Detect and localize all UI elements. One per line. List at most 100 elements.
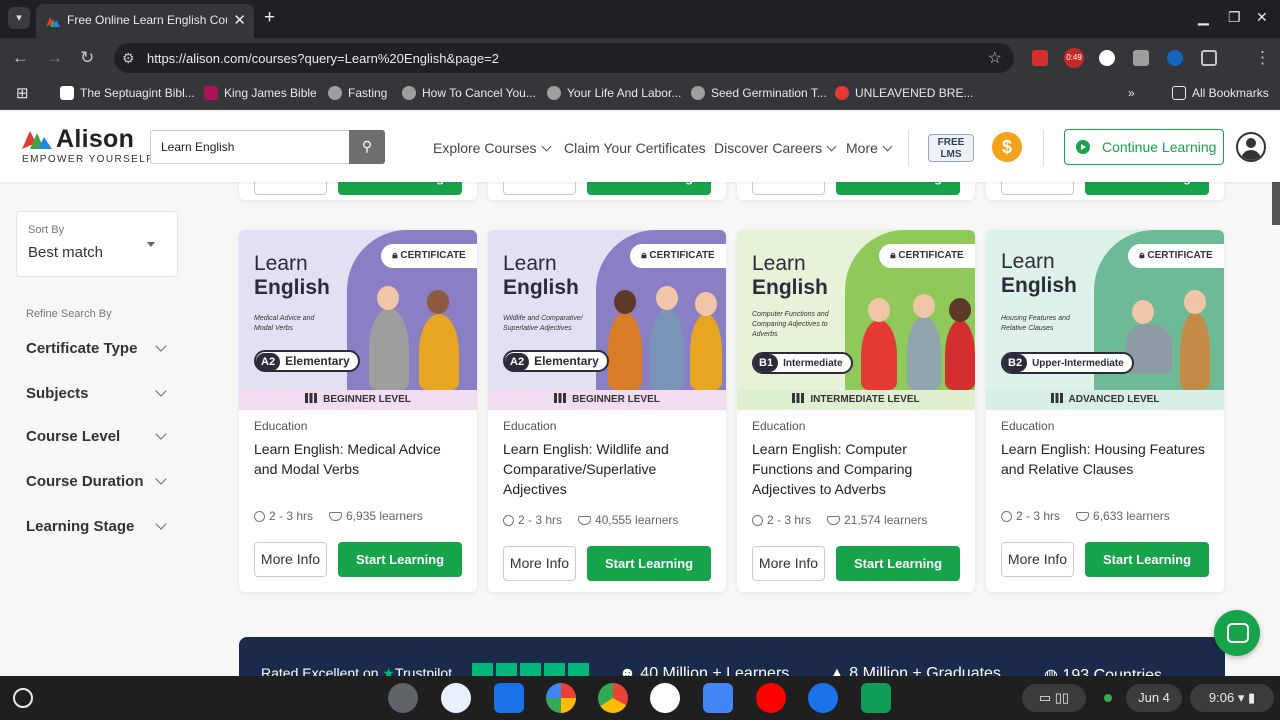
tab-alison[interactable]: Free Online Learn English Cou ✕: [36, 4, 254, 38]
extension-timer-icon[interactable]: 0:49: [1064, 48, 1084, 68]
filter-learning-stage[interactable]: Learning Stage: [26, 518, 171, 535]
start-learning-button[interactable]: Start Learning: [1085, 542, 1209, 577]
chrome-app-icon[interactable]: [598, 683, 628, 713]
bookmark-life[interactable]: Your Life And Labor...: [547, 86, 681, 100]
course-banner[interactable]: Learn English Medical Advice and Modal Ve…: [239, 230, 477, 390]
bookmark-cancel[interactable]: How To Cancel You...: [402, 86, 536, 100]
browser-menu-icon[interactable]: ⋮: [1254, 48, 1271, 68]
new-tab-icon[interactable]: +: [264, 7, 275, 29]
coin-dollar-icon[interactable]: $: [992, 132, 1022, 162]
start-learning-button[interactable]: Start Learning: [836, 182, 960, 195]
battery-icon: ▮: [1247, 690, 1256, 705]
maximize-icon[interactable]: ❐: [1228, 9, 1241, 26]
more-info-button[interactable]: More Info: [503, 182, 576, 195]
site-info-icon[interactable]: ⚙: [122, 50, 135, 67]
continue-learning-button[interactable]: Continue Learning: [1064, 129, 1224, 165]
bookmark-star-icon[interactable]: ☆: [988, 48, 1002, 68]
minimize-icon[interactable]: ▁: [1198, 9, 1209, 26]
more-info-button[interactable]: More Info: [752, 182, 825, 195]
bookmark-unleavened[interactable]: UNLEAVENED BRE...: [835, 86, 973, 100]
start-learning-button[interactable]: Start Learning: [836, 546, 960, 581]
filter-course-level[interactable]: Course Level: [26, 428, 171, 445]
extension-zm-icon[interactable]: [1167, 50, 1183, 66]
extension-s-icon[interactable]: [1099, 50, 1115, 66]
banner-title: Learn English: [254, 252, 330, 299]
user-avatar-icon[interactable]: [1236, 132, 1266, 162]
back-icon[interactable]: ←: [12, 48, 29, 68]
more-info-button[interactable]: More Info: [254, 182, 327, 195]
course-title[interactable]: Learn English: Medical Advice and Modal …: [254, 439, 466, 479]
course-category: Education: [752, 419, 806, 433]
nav-explore-courses[interactable]: Explore Courses: [433, 140, 551, 156]
course-card[interactable]: Learn English Medical Advice and Modal Ve…: [239, 230, 477, 592]
tote-icon[interactable]: ▭ ▯▯: [1022, 684, 1086, 712]
trustpilot-rating[interactable]: Rated Excellent on ★Trustpilot: [261, 665, 452, 676]
files-app-icon[interactable]: [494, 683, 524, 713]
start-learning-button[interactable]: Start Learning: [1085, 182, 1209, 195]
free-lms-button[interactable]: FREE LMS: [928, 134, 974, 162]
youtube-app-icon[interactable]: [756, 683, 786, 713]
bookmark-septuagint[interactable]: The Septuagint Bibl...: [60, 86, 195, 100]
bookmark-seed[interactable]: Seed Germination T...: [691, 86, 827, 100]
tab-close-icon[interactable]: ✕: [233, 11, 246, 29]
close-window-icon[interactable]: ✕: [1256, 9, 1268, 26]
nav-discover-careers[interactable]: Discover Careers: [714, 140, 837, 156]
illustration-person: [1180, 312, 1210, 390]
address-bar[interactable]: ⚙ https://alison.com/courses?query=Learn…: [114, 43, 1014, 73]
start-learning-button[interactable]: Start Learning: [338, 182, 462, 195]
nav-more[interactable]: More: [846, 140, 893, 156]
bookmarks-overflow-icon[interactable]: »: [1128, 86, 1135, 100]
logo-name[interactable]: Alison: [56, 125, 134, 154]
course-meta: 2 - 3 hrs 21,574 learners: [752, 513, 927, 527]
more-info-button[interactable]: More Info: [503, 546, 576, 581]
search-input[interactable]: [151, 131, 378, 163]
bookmark-fasting[interactable]: Fasting: [328, 86, 387, 100]
filter-certificate-type[interactable]: Certificate Type: [26, 340, 171, 357]
gmail-app-icon[interactable]: [650, 683, 680, 713]
terminal-app-icon[interactable]: [388, 683, 418, 713]
sheets-app-icon[interactable]: [861, 683, 891, 713]
course-card[interactable]: Learn English Wildlife and Comparative/ S…: [488, 230, 726, 592]
more-info-button[interactable]: More Info: [752, 546, 825, 581]
start-learning-button[interactable]: Start Learning: [587, 182, 711, 195]
bookmarks-bar: ⊞ The Septuagint Bibl... King James Bibl…: [0, 78, 1280, 110]
search-button[interactable]: ⚲: [349, 130, 385, 164]
reload-icon[interactable]: ↻: [80, 48, 94, 68]
start-learning-button[interactable]: Start Learning: [587, 546, 711, 581]
gemini-app-icon[interactable]: [441, 683, 471, 713]
extensions-puzzle-icon[interactable]: [1201, 50, 1217, 66]
course-card[interactable]: Learn English Housing Features and Relati…: [986, 230, 1224, 592]
course-title[interactable]: Learn English: Housing Features and Rela…: [1001, 439, 1213, 479]
start-learning-button[interactable]: Start Learning: [338, 542, 462, 577]
forward-icon[interactable]: →: [46, 48, 63, 68]
chat-button[interactable]: [1214, 610, 1260, 656]
sort-by-select[interactable]: Sort By Best match: [16, 211, 178, 277]
more-info-button[interactable]: More Info: [254, 542, 327, 577]
course-banner[interactable]: Learn English Wildlife and Comparative/ S…: [488, 230, 726, 390]
extension-grey-icon[interactable]: [1133, 50, 1149, 66]
recording-dot-icon[interactable]: [1096, 684, 1120, 712]
course-card[interactable]: Learn English Computer Functions and Comp…: [737, 230, 975, 592]
course-banner[interactable]: Learn English Housing Features and Relati…: [986, 230, 1224, 390]
course-category: Education: [503, 419, 557, 433]
status-tray[interactable]: 9:06 ▾ ▮: [1190, 684, 1274, 712]
course-title[interactable]: Learn English: Wildlife and Comparative/…: [503, 439, 715, 499]
bookmark-kjv[interactable]: King James Bible: [204, 86, 317, 100]
nav-claim-certificates[interactable]: Claim Your Certificates: [564, 140, 706, 156]
photos-app-icon[interactable]: [546, 683, 576, 713]
course-banner[interactable]: Learn English Computer Functions and Comp…: [737, 230, 975, 390]
filter-course-duration[interactable]: Course Duration: [26, 473, 171, 490]
date-pill[interactable]: Jun 4: [1126, 684, 1182, 712]
launcher-icon[interactable]: [13, 688, 33, 708]
course-title[interactable]: Learn English: Computer Functions and Co…: [752, 439, 964, 499]
docs-app-icon[interactable]: [703, 683, 733, 713]
tab-search-icon[interactable]: ▾: [8, 7, 30, 29]
apps-grid-icon[interactable]: ⊞: [16, 84, 29, 102]
messages-app-icon[interactable]: [808, 683, 838, 713]
alison-logo-icon[interactable]: [22, 129, 52, 149]
more-info-button[interactable]: More Info: [1001, 542, 1074, 577]
all-bookmarks[interactable]: All Bookmarks: [1172, 86, 1269, 100]
filter-subjects[interactable]: Subjects: [26, 385, 171, 402]
more-info-button[interactable]: More Info: [1001, 182, 1074, 195]
extension-red-icon[interactable]: [1032, 50, 1048, 66]
